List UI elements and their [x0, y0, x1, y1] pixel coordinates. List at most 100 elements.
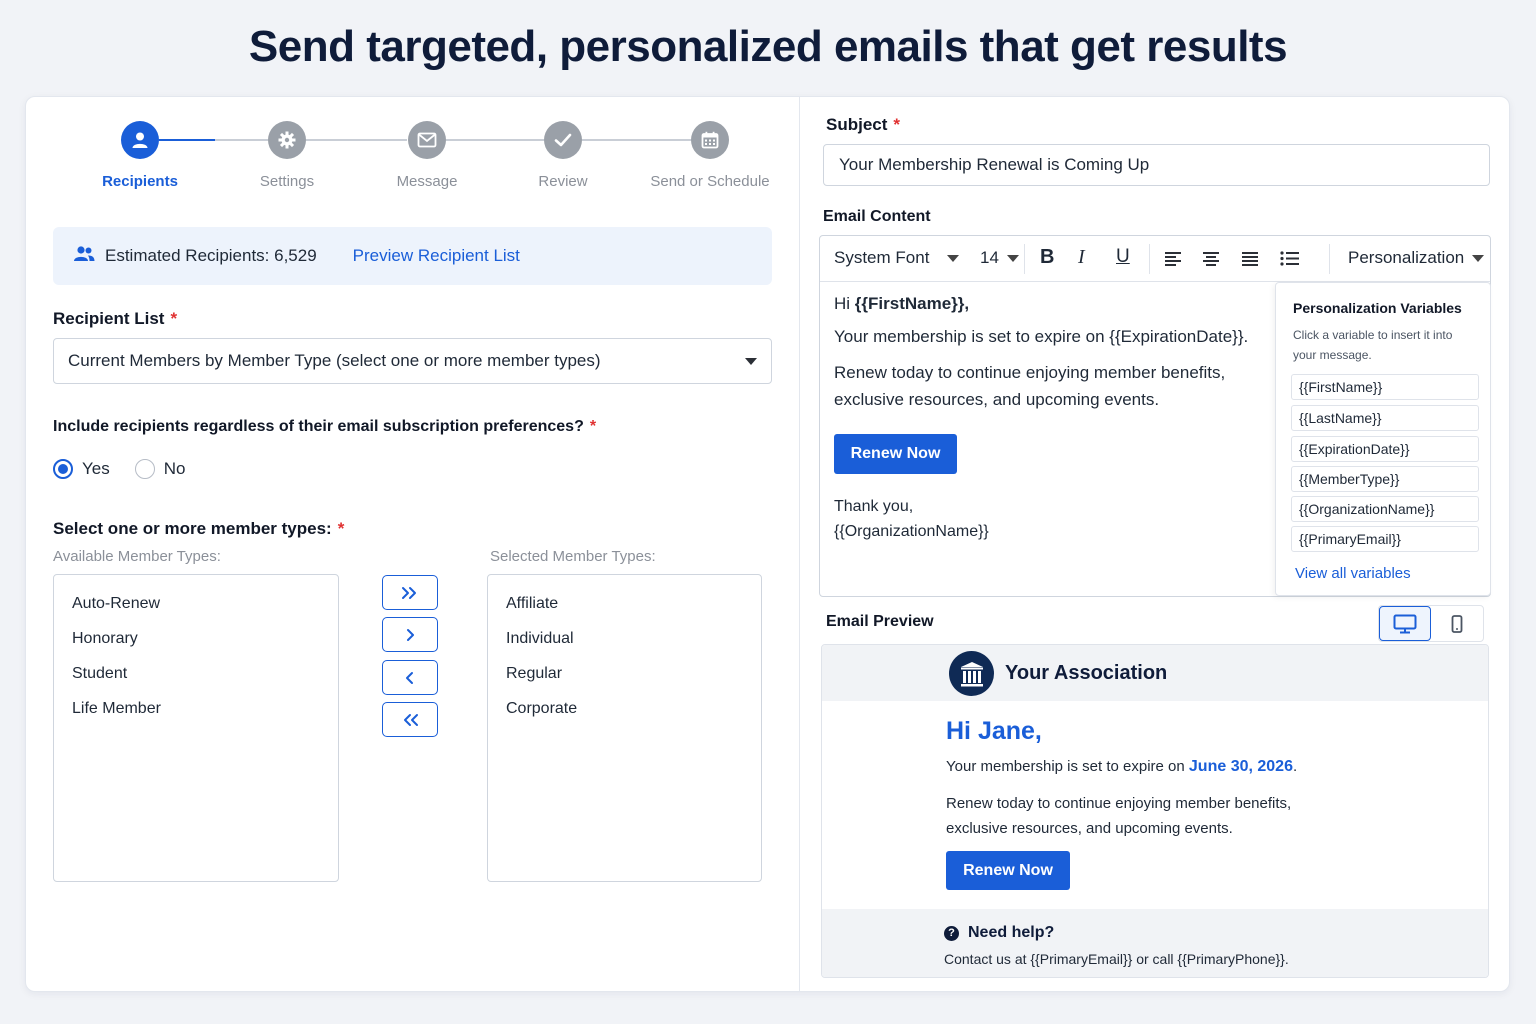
editor-body[interactable]: Hi {{FirstName}}, Your membership is set… [834, 294, 1264, 541]
step-settings[interactable]: Settings [212, 121, 362, 190]
radio-yes[interactable] [53, 459, 73, 479]
preview-greeting: Hi Jane, [946, 717, 1042, 745]
italic-icon[interactable]: I [1078, 246, 1085, 269]
double-chevron-right-icon [402, 586, 416, 599]
preview-renew-now-button[interactable]: Renew Now [946, 851, 1070, 890]
association-logo-icon [949, 651, 994, 696]
list-item[interactable]: Life Member [54, 691, 338, 726]
user-icon [121, 121, 159, 159]
calendar-icon [691, 121, 729, 159]
page-headline: Send targeted, personalized emails that … [248, 22, 1288, 71]
step-label: Recipients [102, 173, 178, 190]
toolbar-separator [1329, 244, 1330, 274]
selected-member-types-list[interactable]: Affiliate Individual Regular Corporate [487, 574, 762, 882]
required-marker: * [337, 519, 345, 538]
caret-down-icon [1006, 254, 1019, 262]
move-all-right-button[interactable] [382, 575, 438, 610]
double-chevron-left-icon [404, 713, 418, 726]
align-left-icon[interactable] [1164, 251, 1182, 266]
help-title: Need help? [968, 924, 1055, 941]
variable-chip[interactable]: {{LastName}} [1291, 405, 1479, 431]
list-item[interactable]: Student [54, 656, 338, 691]
radio-no-label[interactable]: No [164, 459, 186, 479]
envelope-icon [408, 121, 446, 159]
chevron-left-icon [406, 671, 413, 684]
renew-now-button[interactable]: Renew Now [834, 434, 957, 474]
step-recipients[interactable]: Recipients [65, 121, 215, 190]
recipient-list-select[interactable]: Current Members by Member Type (select o… [53, 338, 772, 384]
font-size-value: 14 [980, 248, 999, 267]
preview-line-2: Renew today to continue enjoying member … [946, 795, 1292, 837]
required-marker: * [893, 115, 901, 134]
greeting-variable: {{FirstName}}, [854, 294, 970, 313]
list-item[interactable]: Honorary [54, 621, 338, 656]
caret-down-icon [745, 357, 757, 365]
radio-no[interactable] [134, 459, 155, 479]
organization-name: Your Association [1005, 662, 1168, 684]
list-item[interactable]: Individual [488, 621, 761, 656]
users-icon [73, 245, 95, 268]
expiration-date: June 30, 2026 [1188, 758, 1293, 775]
mobile-icon[interactable] [1431, 606, 1483, 641]
greeting-line: Hi {{FirstName}}, [834, 294, 1264, 314]
move-all-left-button[interactable] [382, 702, 438, 737]
subject-label-text: Subject [826, 115, 888, 134]
move-left-button[interactable] [382, 660, 438, 695]
list-item[interactable]: Auto-Renew [54, 586, 338, 621]
required-marker: * [170, 309, 178, 328]
preview-line-1-suffix: . [1292, 758, 1298, 775]
subscription-question: Include recipients regardless of their e… [53, 418, 596, 436]
align-justify-icon[interactable] [1241, 251, 1259, 266]
toolbar-separator [1149, 244, 1150, 274]
subject-label: Subject * [826, 115, 900, 135]
selected-member-types-label: Selected Member Types: [490, 548, 656, 565]
move-right-button[interactable] [382, 617, 438, 652]
editor-toolbar: System Font 14 B I U Personalization [820, 236, 1490, 282]
body-line-2: Renew today to continue enjoying member … [834, 363, 1226, 409]
list-item[interactable]: Corporate [488, 691, 761, 726]
subscription-radio-group: Yes No [53, 459, 185, 479]
email-preview-header: Your Association [822, 645, 1488, 701]
signature-line: {{OrganizationName}} [834, 523, 989, 540]
recipient-list-label-text: Recipient List [53, 309, 165, 328]
radio-yes-label[interactable]: Yes [82, 459, 110, 479]
desktop-icon[interactable] [1379, 606, 1432, 641]
step-review[interactable]: Review [488, 121, 638, 190]
preview-recipient-list-link[interactable]: Preview Recipient List [353, 246, 520, 266]
step-label: Review [538, 173, 588, 190]
chevron-right-icon [407, 628, 414, 641]
font-size-select[interactable]: 14 [980, 248, 1019, 268]
variable-chip[interactable]: {{OrganizationName}} [1291, 496, 1479, 522]
variable-chip[interactable]: {{PrimaryEmail}} [1291, 526, 1479, 552]
variable-chip[interactable]: {{FirstName}} [1291, 374, 1479, 400]
personalization-dropdown[interactable]: Personalization [1348, 248, 1485, 268]
view-all-variables-link[interactable]: View all variables [1295, 565, 1411, 582]
caret-down-icon [1472, 254, 1485, 262]
required-marker: * [589, 418, 597, 435]
personalization-variables-panel: Personalization Variables Click a variab… [1275, 282, 1491, 596]
gear-icon [268, 121, 306, 159]
pane-divider [799, 96, 800, 992]
bulleted-list-icon[interactable] [1280, 251, 1300, 266]
available-member-types-list[interactable]: Auto-Renew Honorary Student Life Member [53, 574, 339, 882]
check-icon [544, 121, 582, 159]
variable-chip[interactable]: {{ExpirationDate}} [1291, 436, 1479, 462]
subject-input[interactable]: Your Membership Renewal is Coming Up [823, 144, 1490, 186]
panel-description: Click a variable to insert it into your … [1293, 328, 1453, 362]
list-item[interactable]: Regular [488, 656, 761, 691]
variable-chip[interactable]: {{MemberType}} [1291, 466, 1479, 492]
preview-line-1: Your membership is set to expire on June… [946, 758, 1297, 776]
list-item[interactable]: Affiliate [488, 586, 761, 621]
font-select[interactable]: System Font [834, 248, 960, 268]
subscription-question-text: Include recipients regardless of their e… [53, 418, 584, 435]
bold-icon[interactable]: B [1040, 246, 1054, 269]
step-message[interactable]: Message [352, 121, 502, 190]
email-preview-label: Email Preview [826, 613, 934, 630]
align-center-icon[interactable] [1202, 251, 1220, 266]
step-label: Settings [259, 173, 315, 190]
step-send-or-schedule[interactable]: Send or Schedule [635, 121, 785, 190]
email-preview-footer: ? Need help? Contact us at {{PrimaryEmai… [822, 909, 1488, 977]
estimated-recipients-banner: Estimated Recipients: 6,529 Preview Reci… [53, 227, 772, 285]
panel-title: Personalization Variables [1293, 300, 1462, 316]
underline-icon[interactable]: U [1116, 246, 1130, 268]
